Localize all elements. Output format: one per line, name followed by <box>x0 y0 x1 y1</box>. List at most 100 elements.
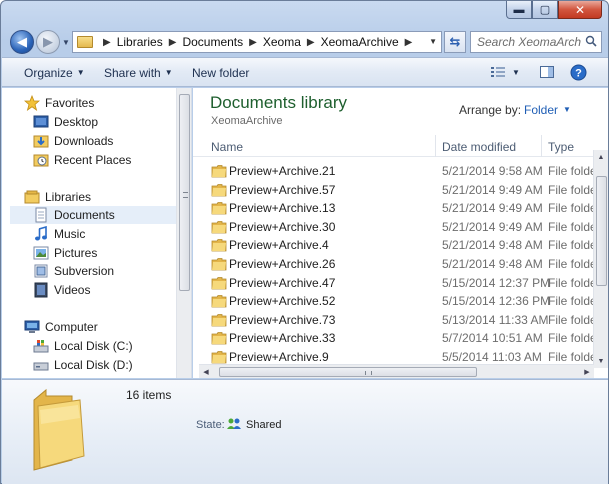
file-row[interactable]: Preview+Archive.13 5/21/2014 9:49 AM File … <box>193 199 594 217</box>
view-options-icon[interactable] <box>490 64 506 80</box>
folder-icon <box>211 202 227 215</box>
nav-subversion-label: Subversion <box>54 264 115 278</box>
folder-icon <box>211 239 227 252</box>
preview-pane-icon[interactable] <box>539 64 555 80</box>
nav-local-disk-d[interactable]: Local Disk (D:) <box>33 356 191 374</box>
nav-downloads[interactable]: Downloads <box>33 132 191 150</box>
chevron-right-icon[interactable]: ▶ <box>103 37 111 48</box>
close-button[interactable]: ✕ <box>558 1 602 19</box>
nav-desktop[interactable]: Desktop <box>33 113 191 131</box>
folder-icon <box>77 36 93 48</box>
scroll-up-icon[interactable]: ▲ <box>594 150 608 164</box>
crumb-documents[interactable]: Documents <box>182 35 243 49</box>
recent-places-icon <box>33 152 49 168</box>
recent-pages-button[interactable]: ▼ <box>62 38 70 47</box>
file-type: File folder <box>548 294 594 309</box>
vertical-scroll-thumb[interactable] <box>596 176 607 286</box>
column-header-type[interactable]: Type <box>548 140 574 154</box>
address-history-dropdown[interactable]: ▼ <box>429 37 437 46</box>
arrange-by-value: Folder <box>524 103 559 117</box>
file-row[interactable]: Preview+Archive.26 5/21/2014 9:48 AM File … <box>193 255 594 273</box>
minimize-icon: ▬ <box>513 3 525 16</box>
organize-button[interactable]: Organize ▼ <box>24 66 85 80</box>
column-header-name[interactable]: Name <box>211 140 243 154</box>
nav-pictures[interactable]: Pictures <box>33 244 191 262</box>
new-folder-button[interactable]: New folder <box>192 66 249 80</box>
nav-libraries[interactable]: Libraries <box>24 188 191 206</box>
file-row[interactable]: Preview+Archive.30 5/21/2014 9:49 AM File … <box>193 218 594 236</box>
folder-icon <box>211 332 227 345</box>
horizontal-scroll-thumb[interactable] <box>219 367 477 377</box>
downloads-folder-icon <box>33 133 49 149</box>
file-row[interactable]: Preview+Archive.57 5/21/2014 9:49 AM File … <box>193 181 594 199</box>
search-input[interactable] <box>477 35 581 49</box>
scroll-grip <box>183 192 188 198</box>
file-row[interactable]: Preview+Archive.47 5/15/2014 12:37 PM File… <box>193 274 594 292</box>
nav-favorites[interactable]: Favorites <box>24 94 191 112</box>
file-date-modified: 5/21/2014 9:58 AM <box>442 164 543 178</box>
file-type: File folder <box>548 331 594 346</box>
minimize-button[interactable]: ▬ <box>506 1 532 19</box>
drive-icon <box>33 357 49 373</box>
forward-button[interactable]: ▶ <box>36 30 60 54</box>
address-bar[interactable]: ▶ Libraries ▶ Documents ▶ Xeoma ▶ XeomaA… <box>72 31 442 53</box>
file-row[interactable]: Preview+Archive.33 5/7/2014 10:51 AM File … <box>193 329 594 347</box>
file-date-modified: 5/21/2014 9:49 AM <box>442 201 543 216</box>
nav-pane-scroll-thumb[interactable] <box>179 94 190 291</box>
column-header-date[interactable]: Date modified <box>442 140 516 154</box>
nav-recent-places[interactable]: Recent Places <box>33 151 191 169</box>
file-type: File folder <box>548 182 594 197</box>
nav-libraries-label: Libraries <box>45 190 92 204</box>
nav-computer[interactable]: Computer <box>24 318 191 336</box>
videos-icon <box>33 282 49 298</box>
nav-videos[interactable]: Videos <box>33 281 191 299</box>
file-row[interactable]: Preview+Archive.73 5/13/2014 11:33 AM File… <box>193 311 594 329</box>
help-icon[interactable]: ? <box>570 64 587 81</box>
file-name: Preview+Archive.13 <box>229 201 336 216</box>
nav-pane-scrollbar[interactable] <box>176 88 191 378</box>
file-row[interactable]: Preview+Archive.21 5/21/2014 9:58 AM File … <box>193 162 594 180</box>
nav-local-disk-c-label: Local Disk (C:) <box>54 339 133 353</box>
nav-documents[interactable]: Documents <box>10 206 177 224</box>
file-name: Preview+Archive.30 <box>229 219 336 234</box>
share-with-button[interactable]: Share with ▼ <box>104 66 173 80</box>
file-list-vertical-scrollbar[interactable]: ▲ ▼ <box>593 150 608 368</box>
folder-icon <box>211 276 227 289</box>
file-type: File folder <box>548 312 594 327</box>
file-row[interactable]: Preview+Archive.52 5/15/2014 12:36 PM File… <box>193 292 594 310</box>
column-divider[interactable] <box>435 135 436 157</box>
file-name: Preview+Archive.52 <box>229 294 336 309</box>
crumb-xeoma[interactable]: Xeoma <box>263 35 301 49</box>
nav-music[interactable]: Music <box>33 225 191 243</box>
search-icon[interactable] <box>585 35 597 47</box>
search-box[interactable] <box>470 31 602 53</box>
share-with-label: Share with <box>104 66 161 80</box>
file-row[interactable]: Preview+Archive.4 5/21/2014 9:48 AM File f… <box>193 236 594 254</box>
file-list-horizontal-scrollbar[interactable]: ◀ ▶ <box>199 364 594 378</box>
nav-subversion[interactable]: Subversion <box>33 262 191 280</box>
documents-icon <box>33 207 49 223</box>
column-divider[interactable] <box>541 135 542 157</box>
refresh-button[interactable]: ⇆ <box>444 31 466 53</box>
chevron-right-icon[interactable]: ▶ <box>405 37 413 48</box>
back-button[interactable]: ◀ <box>10 30 34 54</box>
nav-local-disk-c[interactable]: Local Disk (C:) <box>33 337 191 355</box>
chevron-right-icon[interactable]: ▶ <box>307 37 315 48</box>
scroll-down-icon[interactable]: ▼ <box>594 354 608 368</box>
chevron-right-icon[interactable]: ▶ <box>249 37 257 48</box>
scroll-left-icon[interactable]: ◀ <box>199 365 213 378</box>
folder-icon <box>211 313 227 327</box>
arrange-by-dropdown[interactable]: Folder ▼ <box>524 103 571 117</box>
drive-windows-icon <box>33 338 49 354</box>
file-name: Preview+Archive.47 <box>229 275 336 290</box>
navigation-pane: Favorites Desktop Downloads Recent Place… <box>2 88 192 378</box>
crumb-xeomaarchive[interactable]: XeomaArchive <box>321 35 399 49</box>
scroll-right-icon[interactable]: ▶ <box>580 365 594 378</box>
file-type: File folder <box>548 164 594 178</box>
crumb-libraries[interactable]: Libraries <box>117 35 163 49</box>
folder-icon <box>211 351 227 364</box>
chevron-right-icon[interactable]: ▶ <box>169 37 177 48</box>
file-name: Preview+Archive.26 <box>229 257 336 271</box>
maximize-button[interactable]: ▢ <box>532 1 558 19</box>
view-dropdown-icon[interactable]: ▼ <box>512 68 520 77</box>
